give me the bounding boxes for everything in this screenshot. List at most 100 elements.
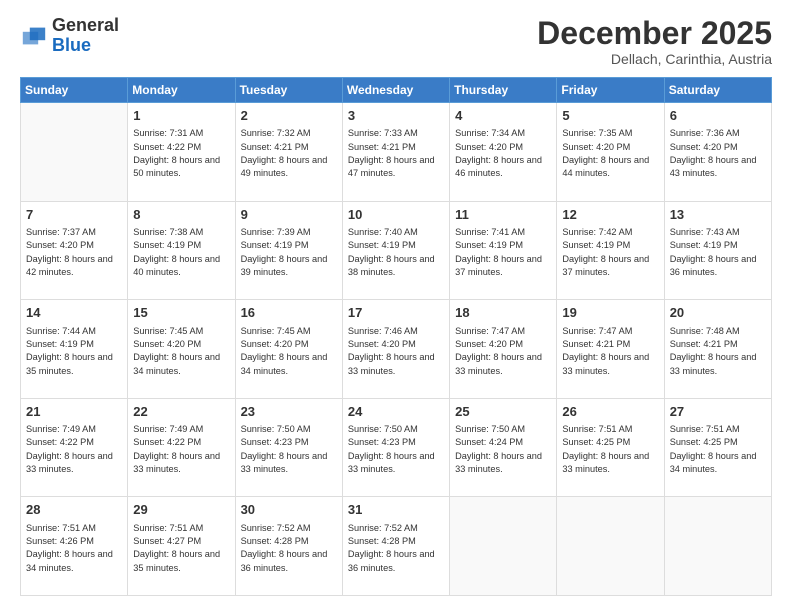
header-monday: Monday <box>128 78 235 103</box>
day-number: 21 <box>26 403 122 421</box>
calendar-cell: 2 Sunrise: 7:32 AMSunset: 4:21 PMDaylight… <box>235 103 342 202</box>
day-number: 4 <box>455 107 551 125</box>
day-info: Sunrise: 7:47 AMSunset: 4:21 PMDaylight:… <box>562 325 658 378</box>
day-info: Sunrise: 7:34 AMSunset: 4:20 PMDaylight:… <box>455 127 551 180</box>
month-title: December 2025 <box>537 16 772 51</box>
day-info: Sunrise: 7:48 AMSunset: 4:21 PMDaylight:… <box>670 325 766 378</box>
day-info: Sunrise: 7:50 AMSunset: 4:23 PMDaylight:… <box>348 423 444 476</box>
calendar-table: Sunday Monday Tuesday Wednesday Thursday… <box>20 77 772 596</box>
calendar-week-row-3: 21 Sunrise: 7:49 AMSunset: 4:22 PMDayligh… <box>21 398 772 497</box>
calendar-cell: 24Sunrise: 7:50 AMSunset: 4:23 PMDayligh… <box>342 398 449 497</box>
day-number: 20 <box>670 304 766 322</box>
calendar-cell: 25Sunrise: 7:50 AMSunset: 4:24 PMDayligh… <box>450 398 557 497</box>
calendar-week-row-0: 1 Sunrise: 7:31 AMSunset: 4:22 PMDaylight… <box>21 103 772 202</box>
location-subtitle: Dellach, Carinthia, Austria <box>537 51 772 67</box>
day-number: 1 <box>133 107 229 125</box>
day-info: Sunrise: 7:31 AMSunset: 4:22 PMDaylight:… <box>133 127 229 180</box>
header-friday: Friday <box>557 78 664 103</box>
day-info: Sunrise: 7:32 AMSunset: 4:21 PMDaylight:… <box>241 127 337 180</box>
day-info: Sunrise: 7:51 AMSunset: 4:25 PMDaylight:… <box>562 423 658 476</box>
day-info: Sunrise: 7:51 AMSunset: 4:25 PMDaylight:… <box>670 423 766 476</box>
day-info: Sunrise: 7:47 AMSunset: 4:20 PMDaylight:… <box>455 325 551 378</box>
calendar-cell: 23 Sunrise: 7:50 AMSunset: 4:23 PMDayligh… <box>235 398 342 497</box>
calendar-cell: 6Sunrise: 7:36 AMSunset: 4:20 PMDaylight… <box>664 103 771 202</box>
day-info: Sunrise: 7:44 AMSunset: 4:19 PMDaylight:… <box>26 325 122 378</box>
header-saturday: Saturday <box>664 78 771 103</box>
calendar-cell: 15 Sunrise: 7:45 AMSunset: 4:20 PMDayligh… <box>128 300 235 399</box>
day-number: 17 <box>348 304 444 322</box>
day-number: 7 <box>26 206 122 224</box>
day-info: Sunrise: 7:45 AMSunset: 4:20 PMDaylight:… <box>133 325 229 378</box>
calendar-cell: 31 Sunrise: 7:52 AMSunset: 4:28 PMDayligh… <box>342 497 449 596</box>
calendar-cell: 19Sunrise: 7:47 AMSunset: 4:21 PMDayligh… <box>557 300 664 399</box>
day-info: Sunrise: 7:36 AMSunset: 4:20 PMDaylight:… <box>670 127 766 180</box>
calendar-cell <box>450 497 557 596</box>
page: General Blue December 2025 Dellach, Cari… <box>0 0 792 612</box>
calendar-cell: 16 Sunrise: 7:45 AMSunset: 4:20 PMDayligh… <box>235 300 342 399</box>
weekday-header-row: Sunday Monday Tuesday Wednesday Thursday… <box>21 78 772 103</box>
day-number: 2 <box>241 107 337 125</box>
day-number: 23 <box>241 403 337 421</box>
day-number: 22 <box>133 403 229 421</box>
day-info: Sunrise: 7:35 AMSunset: 4:20 PMDaylight:… <box>562 127 658 180</box>
calendar-cell: 3Sunrise: 7:33 AMSunset: 4:21 PMDaylight… <box>342 103 449 202</box>
logo: General Blue <box>20 16 119 56</box>
calendar-cell: 12Sunrise: 7:42 AMSunset: 4:19 PMDayligh… <box>557 201 664 300</box>
day-number: 8 <box>133 206 229 224</box>
header-thursday: Thursday <box>450 78 557 103</box>
calendar-cell: 17 Sunrise: 7:46 AMSunset: 4:20 PMDayligh… <box>342 300 449 399</box>
header-tuesday: Tuesday <box>235 78 342 103</box>
day-info: Sunrise: 7:50 AMSunset: 4:23 PMDaylight:… <box>241 423 337 476</box>
calendar-week-row-1: 7 Sunrise: 7:37 AMSunset: 4:20 PMDaylight… <box>21 201 772 300</box>
calendar-week-row-4: 28 Sunrise: 7:51 AMSunset: 4:26 PMDayligh… <box>21 497 772 596</box>
day-number: 3 <box>348 107 444 125</box>
day-number: 27 <box>670 403 766 421</box>
calendar-cell: 26 Sunrise: 7:51 AMSunset: 4:25 PMDayligh… <box>557 398 664 497</box>
day-info: Sunrise: 7:45 AMSunset: 4:20 PMDaylight:… <box>241 325 337 378</box>
day-info: Sunrise: 7:52 AMSunset: 4:28 PMDaylight:… <box>241 522 337 575</box>
calendar-cell <box>21 103 128 202</box>
day-info: Sunrise: 7:50 AMSunset: 4:24 PMDaylight:… <box>455 423 551 476</box>
calendar-cell: 27 Sunrise: 7:51 AMSunset: 4:25 PMDayligh… <box>664 398 771 497</box>
day-number: 16 <box>241 304 337 322</box>
calendar-cell: 28 Sunrise: 7:51 AMSunset: 4:26 PMDayligh… <box>21 497 128 596</box>
calendar-cell: 4 Sunrise: 7:34 AMSunset: 4:20 PMDaylight… <box>450 103 557 202</box>
day-info: Sunrise: 7:49 AMSunset: 4:22 PMDaylight:… <box>26 423 122 476</box>
day-info: Sunrise: 7:38 AMSunset: 4:19 PMDaylight:… <box>133 226 229 279</box>
day-number: 30 <box>241 501 337 519</box>
logo-icon <box>20 22 48 50</box>
calendar-cell: 30 Sunrise: 7:52 AMSunset: 4:28 PMDayligh… <box>235 497 342 596</box>
day-number: 18 <box>455 304 551 322</box>
day-info: Sunrise: 7:40 AMSunset: 4:19 PMDaylight:… <box>348 226 444 279</box>
day-number: 31 <box>348 501 444 519</box>
calendar-cell: 1 Sunrise: 7:31 AMSunset: 4:22 PMDaylight… <box>128 103 235 202</box>
calendar-cell: 20 Sunrise: 7:48 AMSunset: 4:21 PMDayligh… <box>664 300 771 399</box>
day-number: 10 <box>348 206 444 224</box>
calendar-cell <box>664 497 771 596</box>
header-sunday: Sunday <box>21 78 128 103</box>
calendar-cell: 22Sunrise: 7:49 AMSunset: 4:22 PMDayligh… <box>128 398 235 497</box>
day-info: Sunrise: 7:51 AMSunset: 4:26 PMDaylight:… <box>26 522 122 575</box>
calendar-cell: 14Sunrise: 7:44 AMSunset: 4:19 PMDayligh… <box>21 300 128 399</box>
day-info: Sunrise: 7:46 AMSunset: 4:20 PMDaylight:… <box>348 325 444 378</box>
calendar-cell: 7 Sunrise: 7:37 AMSunset: 4:20 PMDaylight… <box>21 201 128 300</box>
day-number: 28 <box>26 501 122 519</box>
calendar-cell: 18 Sunrise: 7:47 AMSunset: 4:20 PMDayligh… <box>450 300 557 399</box>
day-info: Sunrise: 7:43 AMSunset: 4:19 PMDaylight:… <box>670 226 766 279</box>
logo-general: General <box>52 16 119 36</box>
calendar-cell: 21 Sunrise: 7:49 AMSunset: 4:22 PMDayligh… <box>21 398 128 497</box>
day-number: 5 <box>562 107 658 125</box>
logo-text: General Blue <box>52 16 119 56</box>
day-number: 15 <box>133 304 229 322</box>
day-number: 26 <box>562 403 658 421</box>
day-info: Sunrise: 7:41 AMSunset: 4:19 PMDaylight:… <box>455 226 551 279</box>
day-number: 29 <box>133 501 229 519</box>
day-info: Sunrise: 7:52 AMSunset: 4:28 PMDaylight:… <box>348 522 444 575</box>
calendar-cell <box>557 497 664 596</box>
calendar-cell: 10 Sunrise: 7:40 AMSunset: 4:19 PMDayligh… <box>342 201 449 300</box>
header-wednesday: Wednesday <box>342 78 449 103</box>
calendar-cell: 8 Sunrise: 7:38 AMSunset: 4:19 PMDaylight… <box>128 201 235 300</box>
day-number: 9 <box>241 206 337 224</box>
calendar-cell: 9Sunrise: 7:39 AMSunset: 4:19 PMDaylight… <box>235 201 342 300</box>
day-info: Sunrise: 7:37 AMSunset: 4:20 PMDaylight:… <box>26 226 122 279</box>
